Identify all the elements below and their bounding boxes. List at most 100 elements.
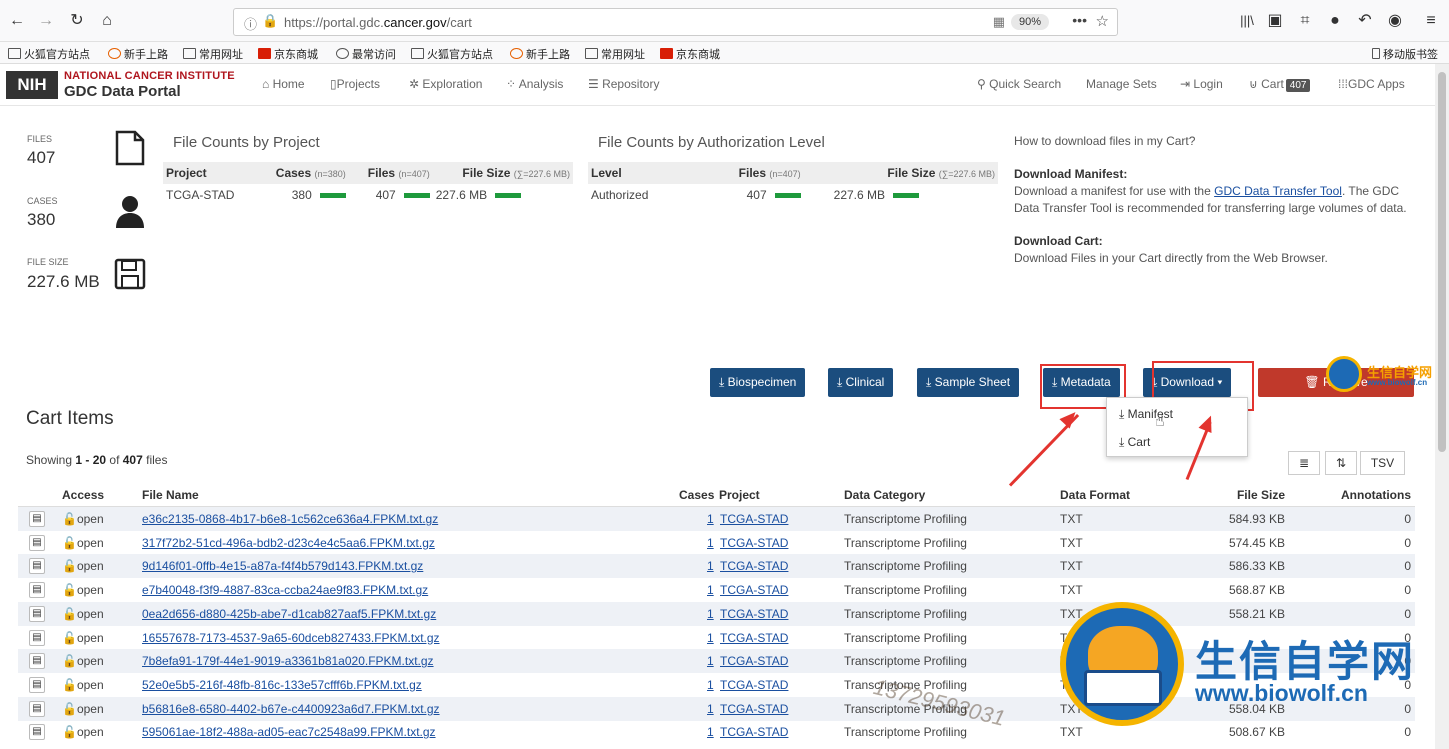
col-file-size[interactable]: File Size (1237, 488, 1285, 502)
col-data-category[interactable]: Data Category (844, 488, 925, 502)
project-link[interactable]: TCGA-STAD (720, 607, 788, 621)
col-annotations[interactable]: Annotations (1341, 488, 1411, 502)
file-link[interactable]: b56816e8-6580-4402-b67e-c4400923a6d7.FPK… (142, 702, 440, 716)
cart-remove-icon[interactable]: ▤ (29, 511, 45, 527)
bookmark-item[interactable]: 京东商城 (258, 46, 318, 62)
info-icon[interactable]: ⓘ (244, 14, 257, 33)
bookmark-item[interactable]: 常用网址 (585, 46, 645, 62)
qr-icon[interactable]: ▦ (993, 14, 1005, 30)
forward-icon[interactable]: → (35, 10, 57, 32)
cases-link[interactable]: 1 (707, 536, 714, 550)
nav-manage-sets[interactable]: Manage Sets (1086, 77, 1157, 91)
bookmark-item[interactable]: 火狐官方站点 (411, 46, 493, 62)
cart-remove-icon[interactable]: ▤ (29, 653, 45, 670)
sample-sheet-button[interactable]: ⤓ Sample Sheet (917, 368, 1020, 397)
cases-link[interactable]: 1 (707, 654, 714, 668)
cart-remove-icon[interactable]: ▤ (29, 582, 45, 599)
nav-projects[interactable]: ▯Projects (330, 77, 380, 91)
col-auth-size[interactable]: File Size (∑=227.6 MB) (803, 162, 998, 184)
nav-cart[interactable]: ⊍ Cart 407 (1249, 77, 1311, 92)
bookmark-item[interactable]: 新手上路 (108, 46, 168, 62)
page-actions-icon[interactable]: ••• (1072, 12, 1087, 28)
cart-remove-icon[interactable]: ▤ (29, 605, 45, 622)
file-link[interactable]: 16557678-7173-4537-9a65-60dceb827433.FPK… (142, 631, 440, 645)
col-data-format[interactable]: Data Format (1060, 488, 1130, 502)
file-link[interactable]: 7b8efa91-179f-44e1-9019-a3361b81a020.FPK… (142, 654, 434, 668)
columns-toggle-button[interactable]: ≣ (1288, 451, 1320, 475)
cases-link[interactable]: 1 (707, 559, 714, 573)
bookmark-star-icon[interactable]: ☆ (1096, 12, 1109, 30)
zoom-level[interactable]: 90% (1010, 14, 1049, 30)
cart-remove-icon[interactable]: ▤ (29, 534, 45, 551)
reload-icon[interactable]: ↻ (66, 10, 88, 32)
project-cell[interactable]: TCGA-STAD (163, 184, 255, 206)
col-cases[interactable]: Cases (n=380) (254, 162, 349, 184)
nav-home[interactable]: ⌂ Home (262, 77, 305, 91)
biospecimen-button[interactable]: ⤓ Biospecimen (710, 368, 806, 397)
account-icon[interactable]: ◉ (1384, 10, 1406, 32)
tsv-export-button[interactable]: TSV (1360, 451, 1405, 475)
back-icon[interactable]: ← (6, 10, 28, 32)
col-auth-files[interactable]: Files (n=407) (692, 162, 804, 184)
dropdown-cart[interactable]: ⤓ Cart (1119, 435, 1150, 450)
cases-link[interactable]: 1 (707, 702, 714, 716)
project-link[interactable]: TCGA-STAD (720, 559, 788, 573)
cases-link[interactable]: 1 (707, 512, 714, 526)
cases-link[interactable]: 1 (707, 678, 714, 692)
home-icon[interactable]: ⌂ (96, 10, 118, 32)
nih-logo[interactable]: NIH (6, 71, 58, 99)
transfer-tool-link[interactable]: GDC Data Transfer Tool (1214, 184, 1342, 198)
dropdown-manifest[interactable]: ⤓ Manifest (1119, 407, 1173, 422)
bookmark-item[interactable]: 最常访问 (336, 46, 396, 62)
bookmark-item[interactable]: 新手上路 (510, 46, 570, 62)
screenshot-icon[interactable]: ⌗ (1294, 10, 1316, 32)
nci-title[interactable]: NATIONAL CANCER INSTITUTE (64, 70, 235, 82)
project-link[interactable]: TCGA-STAD (720, 678, 788, 692)
col-access[interactable]: Access (62, 488, 104, 502)
cart-remove-icon[interactable]: ▤ (29, 724, 45, 741)
cart-remove-icon[interactable]: ▤ (29, 558, 45, 575)
url-bar[interactable]: ⓘ 🔒 https://portal.gdc.cancer.gov/cart ▦… (233, 8, 1118, 36)
file-link[interactable]: 317f72b2-51cd-496a-bdb2-d23c4e4c5aa6.FPK… (142, 536, 435, 550)
gdc-title[interactable]: GDC Data Portal (64, 83, 181, 100)
project-link[interactable]: TCGA-STAD (720, 654, 788, 668)
sort-button[interactable]: ⇅ (1325, 451, 1357, 475)
col-file-name[interactable]: File Name (142, 488, 199, 502)
cases-link[interactable]: 1 (707, 631, 714, 645)
project-link[interactable]: TCGA-STAD (720, 725, 788, 739)
col-level[interactable]: Level (588, 162, 693, 184)
menu-icon[interactable]: ≡ (1420, 10, 1442, 32)
page-scrollbar[interactable] (1435, 64, 1449, 749)
file-link[interactable]: 52e0e5b5-216f-48fb-816c-133e57cfff6b.FPK… (142, 678, 422, 692)
chat-icon[interactable]: ● (1324, 10, 1346, 32)
col-files[interactable]: Files (n=407) (348, 162, 433, 184)
nav-repository[interactable]: ☰ Repository (588, 77, 659, 91)
project-link[interactable]: TCGA-STAD (720, 702, 788, 716)
cart-remove-icon[interactable]: ▤ (29, 676, 45, 693)
bookmark-item[interactable]: 常用网址 (183, 46, 243, 62)
nav-analysis[interactable]: ⁘ Analysis (506, 77, 563, 91)
clinical-button[interactable]: ⤓ Clinical (828, 368, 894, 397)
col-file-size[interactable]: File Size (∑=227.6 MB) (432, 162, 573, 184)
project-link[interactable]: TCGA-STAD (720, 512, 788, 526)
project-link[interactable]: TCGA-STAD (720, 631, 788, 645)
file-link[interactable]: 9d146f01-0ffb-4e15-a87a-f4f4b579d143.FPK… (142, 559, 423, 573)
cart-remove-icon[interactable]: ▤ (29, 700, 45, 717)
file-link[interactable]: 595061ae-18f2-488a-ad05-eac7c2548a99.FPK… (142, 725, 436, 739)
undo-icon[interactable]: ↶ (1354, 10, 1376, 32)
file-link[interactable]: e7b40048-f3f9-4887-83ca-ccba24ae9f83.FPK… (142, 583, 428, 597)
mobile-bookmarks[interactable]: 移动版书签 (1372, 46, 1438, 62)
cases-link[interactable]: 1 (707, 725, 714, 739)
col-project[interactable]: Project (719, 488, 760, 502)
file-link[interactable]: e36c2135-0868-4b17-b6e8-1c562ce636a4.FPK… (142, 512, 438, 526)
file-link[interactable]: 0ea2d656-d880-425b-abe7-d1cab827aaf5.FPK… (142, 607, 436, 621)
nav-quick-search[interactable]: ⚲ Quick Search (977, 77, 1061, 91)
sidebar-icon[interactable]: ▣ (1264, 10, 1286, 32)
project-link[interactable]: TCGA-STAD (720, 536, 788, 550)
nav-login[interactable]: ⇥ Login (1180, 77, 1223, 91)
cases-link[interactable]: 1 (707, 607, 714, 621)
bookmark-item[interactable]: 火狐官方站点 (8, 46, 90, 62)
library-icon[interactable]: |||\ (1236, 10, 1258, 32)
cases-link[interactable]: 1 (707, 583, 714, 597)
bookmark-item[interactable]: 京东商城 (660, 46, 720, 62)
